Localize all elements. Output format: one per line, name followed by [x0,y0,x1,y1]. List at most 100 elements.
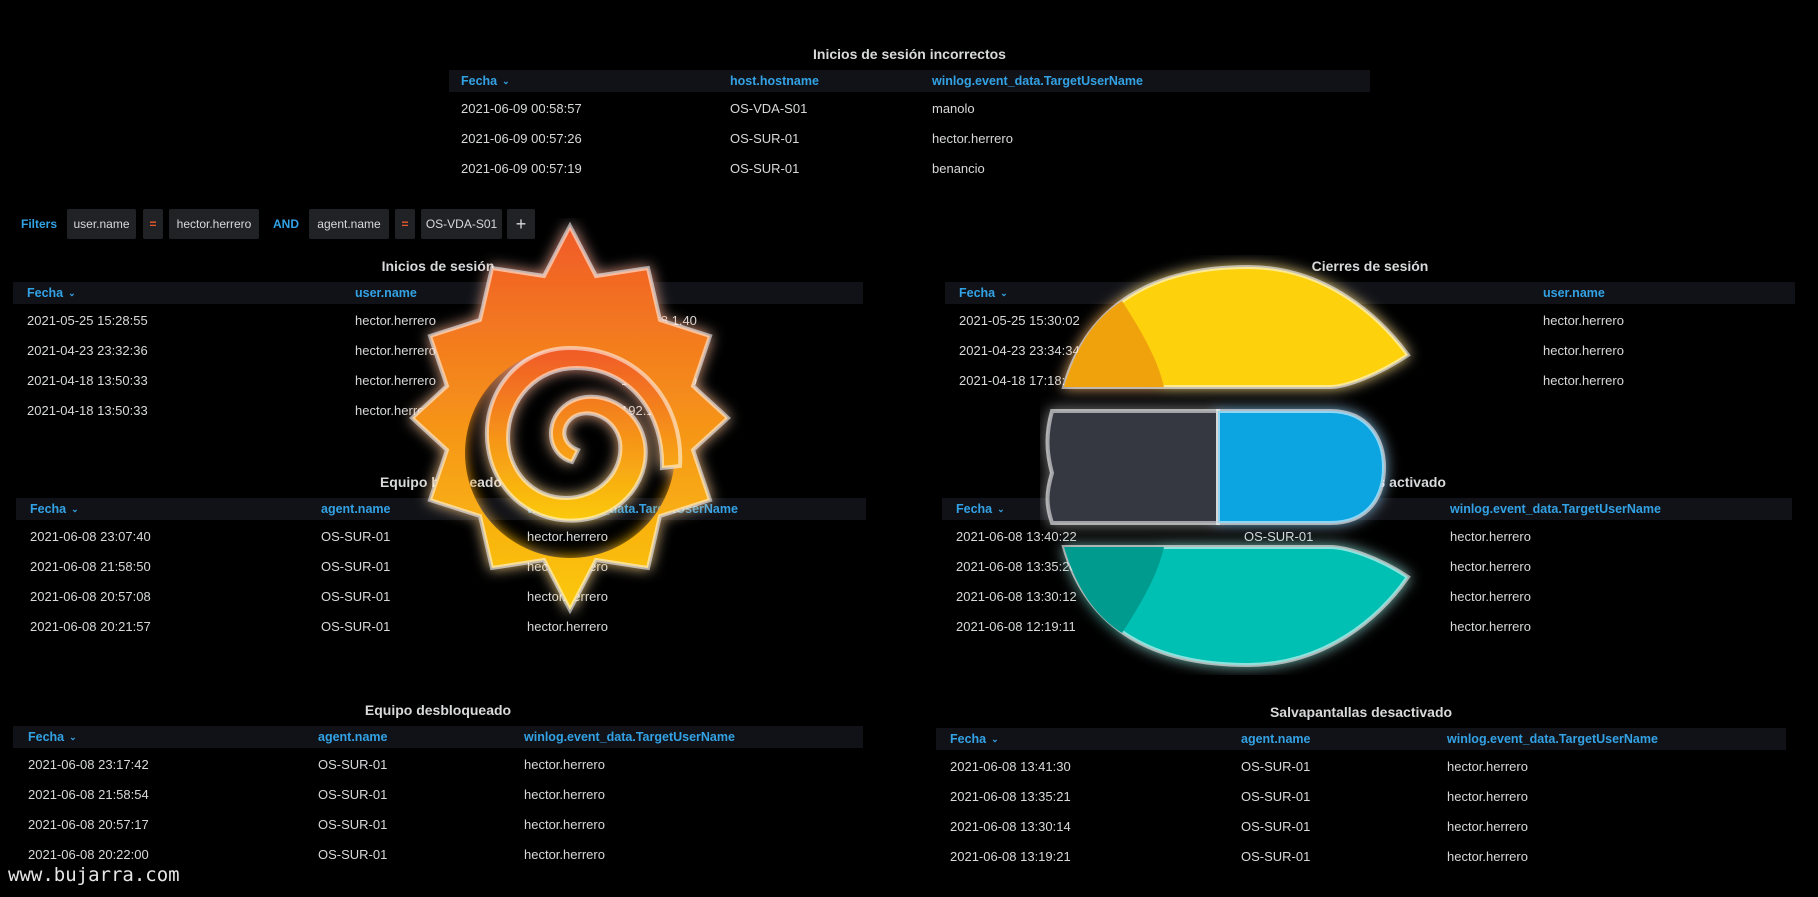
table-cell: 2021-06-08 23:17:42 [28,757,149,772]
sort-chevron-down-icon[interactable]: ⌄ [997,504,1005,515]
sort-chevron-down-icon[interactable]: ⌄ [991,734,999,745]
sort-chevron-down-icon[interactable]: ⌄ [69,732,77,743]
table-cell: OS-SUR-01 [1241,759,1311,774]
column-header-label: Fecha [28,730,65,744]
table-cell: 2021-06-08 20:57:17 [28,817,149,832]
filter-value-user[interactable]: hector.herrero [169,209,259,239]
column-header[interactable]: Fecha ⌄ [956,502,1005,516]
table-cell: hector.herrero [1543,343,1624,358]
table-header: Fecha ⌄ agent.name winlog.event_data.Target… [13,726,863,748]
table-cell: OS-VDA-S01 [730,101,808,116]
table-cell: 2021-06-08 21:58:54 [28,787,149,802]
table-row[interactable]: 2021-06-08 20:57:17 OS-SUR-01 hector.herre… [13,810,863,840]
column-header[interactable]: agent.name [1241,732,1310,746]
column-header-label: user.name [1543,286,1605,300]
table-cell: 2021-06-08 13:35:21 [950,789,1071,804]
column-header-label: Fecha [30,502,67,516]
column-header[interactable]: Fecha ⌄ [950,732,999,746]
table-row[interactable]: 2021-06-08 21:58:54 OS-SUR-01 hector.herre… [13,780,863,810]
table-cell: hector.herrero [1543,373,1624,388]
table-cell: OS-SUR-01 [730,161,800,176]
table-cell: OS-SUR-01 [318,817,388,832]
column-header-label: Fecha [959,286,996,300]
watermark: www.bujarra.com [8,864,180,886]
grafana-logo-icon [409,221,731,615]
table-cell: hector.herrero [1450,589,1531,604]
table-cell: hector.herrero [524,817,605,832]
table-cell: hector.herrero [524,757,605,772]
column-header[interactable]: Fecha ⌄ [27,286,76,300]
table-cell: 2021-05-25 15:28:55 [27,313,148,328]
table-header: Fecha ⌄ host.hostname winlog.event_data.Tar… [449,70,1370,92]
column-header-label: Fecha [27,286,64,300]
table-cell: hector.herrero [1450,619,1531,634]
column-header[interactable]: Fecha ⌄ [959,286,1008,300]
table-cell: 2021-04-18 13:50:33 [27,373,148,388]
table-cell: OS-SUR-01 [1241,789,1311,804]
sort-chevron-down-icon[interactable]: ⌄ [68,288,76,299]
table-cell: OS-SUR-01 [1241,819,1311,834]
column-header[interactable]: Fecha ⌄ [30,502,79,516]
sort-chevron-down-icon[interactable]: ⌄ [502,76,510,87]
table-header: Fecha ⌄ agent.name winlog.event_data.Target… [936,728,1786,750]
table-cell: manolo [932,101,975,116]
column-header[interactable]: winlog.event_data.TargetUserName [1450,502,1661,516]
sort-chevron-down-icon[interactable]: ⌄ [71,504,79,515]
table-row[interactable]: 2021-06-09 00:58:57 OS-VDA-S01 manolo [449,94,1370,124]
sort-chevron-down-icon[interactable]: ⌄ [1000,288,1008,299]
column-header-label: winlog.event_data.TargetUserName [1450,502,1661,516]
table-cell: 2021-04-23 23:32:36 [27,343,148,358]
table-row[interactable]: 2021-06-08 13:30:14 OS-SUR-01 hector.herre… [936,812,1786,842]
column-header-label: Fecha [461,74,498,88]
column-header-label: agent.name [318,730,388,744]
table-cell: OS-SUR-01 [1241,849,1311,864]
panel-failed-logins: Inicios de sesión incorrectos Fecha ⌄ host.… [449,46,1370,196]
table-cell: hector.herrero [1447,759,1528,774]
table-row[interactable]: 2021-06-08 13:41:30 OS-SUR-01 hector.herre… [936,752,1786,782]
panel-title: Inicios de sesión incorrectos [813,46,1006,62]
table-cell: 2021-06-08 20:22:00 [28,847,149,862]
table-row[interactable]: 2021-06-08 23:17:42 OS-SUR-01 hector.herre… [13,750,863,780]
column-header[interactable]: agent.name [318,730,387,744]
column-header-label: agent.name [1241,732,1311,746]
table-cell: OS-SUR-01 [318,787,388,802]
table-cell: hector.herrero [1450,559,1531,574]
table-row[interactable]: 2021-06-09 00:57:19 OS-SUR-01 benancio [449,154,1370,184]
column-header-label: winlog.event_data.TargetUserName [1447,732,1658,746]
column-header[interactable]: winlog.event_data.TargetUserName [524,730,735,744]
column-header[interactable]: user.name [1543,286,1605,300]
column-header-label: winlog.event_data.TargetUserName [932,74,1143,88]
table-cell: hector.herrero [932,131,1013,146]
table-cell: hector.herrero [1447,789,1528,804]
column-header[interactable]: winlog.event_data.TargetUserName [1447,732,1658,746]
table-row[interactable]: 2021-06-08 13:19:21 OS-SUR-01 hector.herre… [936,842,1786,872]
panel-unlocked: Equipo desbloqueado Fecha ⌄ agent.name winlo… [13,702,863,872]
table-cell: hector.herrero [524,847,605,862]
table-cell: hector.herrero [524,787,605,802]
table-row[interactable]: 2021-06-09 00:57:26 OS-SUR-01 hector.herre… [449,124,1370,154]
filter-operator-equals[interactable]: = [143,209,163,239]
filter-condition-and[interactable]: AND [266,209,306,239]
elastic-logo-icon [1045,264,1411,668]
table-row[interactable]: 2021-06-08 13:35:21 OS-SUR-01 hector.herre… [936,782,1786,812]
table-cell: hector.herrero [1450,529,1531,544]
table-cell: hector.herrero [1543,313,1624,328]
table-cell: 2021-06-09 00:57:19 [461,161,582,176]
table-cell: 2021-06-08 20:21:57 [30,619,151,634]
table-cell: 2021-06-09 00:57:26 [461,131,582,146]
column-header-label: winlog.event_data.TargetUserName [524,730,735,744]
column-header-label: Fecha [956,502,993,516]
column-header[interactable]: host.hostname [730,74,819,88]
column-header[interactable]: Fecha ⌄ [461,74,510,88]
table-cell: OS-SUR-01 [318,757,388,772]
panel-title: Equipo desbloqueado [364,702,512,718]
panel-title: Salvapantallas desactivado [1269,704,1453,720]
table-cell: hector.herrero [1447,819,1528,834]
column-header-label: host.hostname [730,74,819,88]
table-cell: OS-SUR-01 [730,131,800,146]
filter-key-user-name[interactable]: user.name [67,209,136,239]
table-cell: 2021-06-08 13:41:30 [950,759,1071,774]
column-header[interactable]: winlog.event_data.TargetUserName [932,74,1143,88]
filters-label: Filters [20,217,57,231]
column-header[interactable]: Fecha ⌄ [28,730,77,744]
